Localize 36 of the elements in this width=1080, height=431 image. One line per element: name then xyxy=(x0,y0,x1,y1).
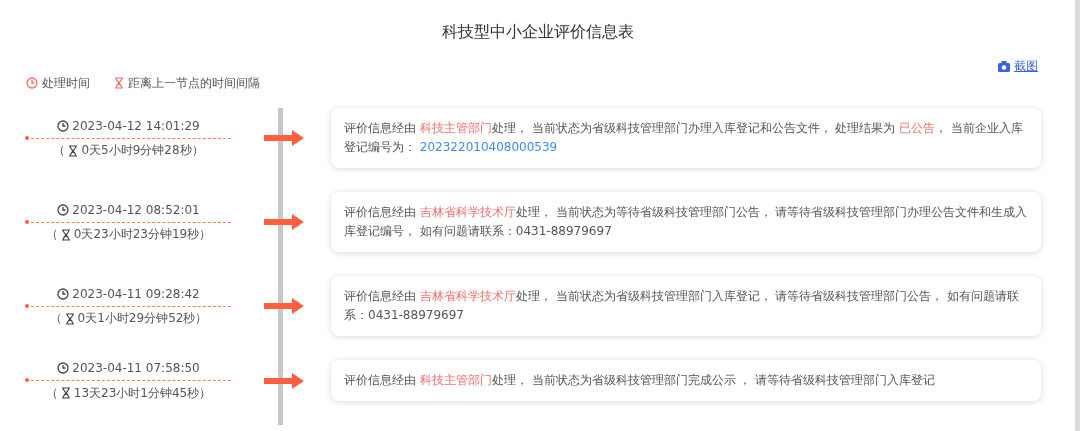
record-message: 评价信息经由 科技主管部门处理， 当前状态为省级科技管理部门办理入库登记和公告文件， 处理结果为 已公告， 当前企业入库登记编号为： 202322010408000539 xyxy=(344,120,1025,156)
record-message: 评价信息经由 吉林省科学技术厅处理， 当前状态为等待省级科技管理部门公告， 请等待省级科技管理部门办理公告文件和生成入库登记编号， 如有问题请联系：0431-88979697 xyxy=(344,204,1028,240)
process-time: 2023-04-12 08:52:01 xyxy=(72,202,200,217)
time-interval: 0天5小时9分钟28秒） xyxy=(81,142,204,159)
time-interval: 13天23小时1分钟45秒） xyxy=(73,384,212,402)
arrow-icon xyxy=(264,214,304,230)
time-interval: 0天23小时23分钟19秒） xyxy=(73,226,212,243)
process-time: 2023-04-11 07:58:50 xyxy=(72,361,200,375)
interval-bracket: （ xyxy=(45,226,58,243)
hourglass-icon xyxy=(60,387,71,399)
interval-bracket: （ xyxy=(53,142,66,159)
legend-label: 距离上一节点的时间间隔 xyxy=(128,74,260,92)
hourglass-icon xyxy=(114,77,124,89)
process-time: 2023-04-12 14:01:29 xyxy=(72,118,200,133)
arrow-icon xyxy=(264,130,304,146)
arrow-icon xyxy=(264,298,304,314)
record-message: 评价信息经由 科技主管部门处理， 当前状态为省级科技管理部门完成公示 ， 请等待省级科技管理部门入库登记 xyxy=(344,372,937,389)
record-message: 评价信息经由 吉林省科学技术厅处理， 当前状态为省级科技管理部门入库登记， 请等待省级科技管理部门公告， 如有问题请联系：0431-88979697 xyxy=(344,288,1021,324)
camera-icon xyxy=(998,60,1010,72)
clock-icon xyxy=(57,287,70,300)
clock-icon xyxy=(57,119,70,132)
page-title: 科技型中小企业评价信息表 xyxy=(440,21,635,43)
arrow-icon xyxy=(264,372,304,389)
time-interval: 0天1小时29分钟52秒） xyxy=(77,310,208,327)
legend-label: 处理时间 xyxy=(42,74,90,92)
process-time: 2023-04-11 09:28:42 xyxy=(72,286,200,301)
scrollbar[interactable] xyxy=(1075,0,1080,431)
hourglass-icon xyxy=(68,144,79,157)
hourglass-icon xyxy=(60,228,71,241)
clock-icon xyxy=(57,362,70,374)
clock-icon xyxy=(26,77,38,89)
interval-bracket: （ xyxy=(45,384,58,402)
screenshot-link[interactable]: 截图 xyxy=(998,58,1038,74)
hourglass-icon xyxy=(64,312,75,325)
interval-bracket: （ xyxy=(49,310,62,327)
clock-icon xyxy=(57,203,70,216)
